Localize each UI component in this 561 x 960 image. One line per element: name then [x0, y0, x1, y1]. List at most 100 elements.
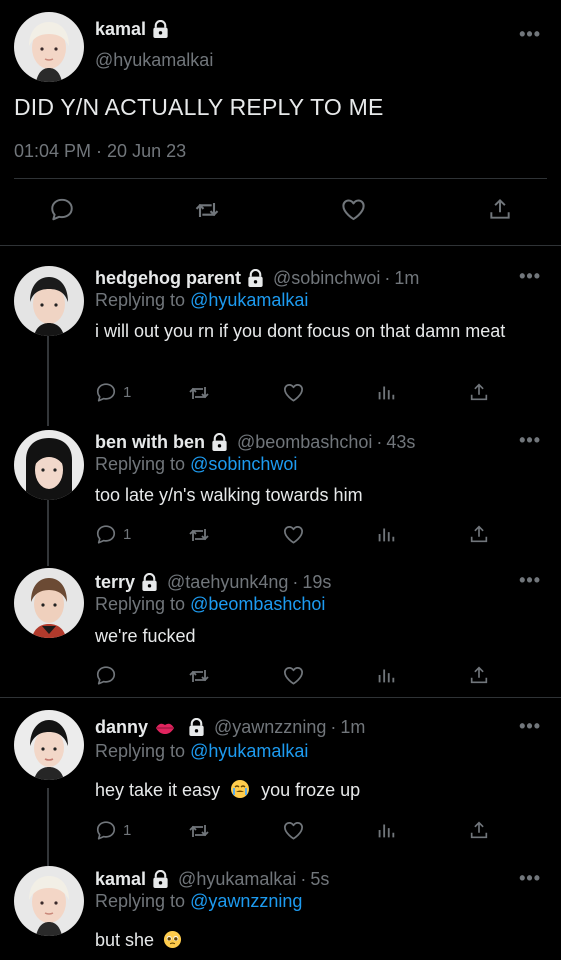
views-icon	[375, 819, 397, 841]
tweet-timestamp[interactable]: 01:04 PM · 20 Jun 23	[14, 141, 186, 162]
replying-to: Replying to @sobinchwoi	[95, 454, 297, 475]
reply-count: 1	[123, 821, 132, 839]
author-handle[interactable]: @yawnzzning	[214, 717, 326, 738]
reply-icon	[95, 664, 117, 686]
lock-icon	[151, 870, 170, 889]
author-row: kamal	[95, 19, 170, 40]
author-name[interactable]: kamal	[95, 19, 146, 40]
like-button[interactable]	[340, 196, 367, 223]
replying-to: Replying to @beombashchoi	[95, 594, 325, 615]
tweet-actions	[0, 196, 561, 226]
like-button[interactable]	[282, 381, 305, 404]
tweet-time[interactable]: 1m	[340, 717, 365, 738]
author-handle[interactable]: @taehyunk4ng	[167, 572, 288, 593]
avatar[interactable]	[14, 12, 84, 82]
author-name[interactable]: danny	[95, 717, 148, 738]
avatar-image	[14, 866, 84, 936]
author-row: kamal @hyukamalkai · 5s	[95, 869, 329, 890]
avatar[interactable]	[14, 266, 84, 336]
lock-icon	[151, 20, 170, 39]
like-icon	[340, 196, 367, 223]
tweet-actions	[95, 664, 515, 690]
share-button[interactable]	[468, 523, 490, 545]
more-icon[interactable]: •••	[519, 868, 541, 889]
reply-icon	[95, 819, 117, 841]
mention-link[interactable]: @yawnzzning	[190, 891, 302, 911]
retweet-icon	[187, 819, 211, 843]
like-button[interactable]	[282, 664, 305, 687]
author-name[interactable]: ben with ben	[95, 432, 205, 453]
replying-to: Replying to @hyukamalkai	[95, 290, 308, 311]
more-icon[interactable]: •••	[519, 716, 541, 737]
retweet-button[interactable]	[193, 196, 221, 224]
share-icon	[468, 664, 490, 686]
avatar[interactable]	[14, 568, 84, 638]
author-row: danny @yawnzzning · 1m	[95, 717, 365, 738]
retweet-button[interactable]	[187, 664, 211, 688]
views-button[interactable]	[375, 523, 397, 545]
views-icon	[375, 381, 397, 403]
share-icon	[468, 381, 490, 403]
retweet-button[interactable]	[187, 523, 211, 547]
share-button[interactable]	[487, 196, 513, 222]
avatar[interactable]	[14, 710, 84, 780]
reply-button[interactable]	[49, 196, 75, 222]
views-button[interactable]	[375, 381, 397, 403]
reply-button[interactable]: 1	[95, 523, 131, 545]
lock-icon	[246, 269, 265, 288]
more-icon[interactable]: •••	[519, 570, 541, 591]
retweet-button[interactable]	[187, 381, 211, 405]
main-tweet: kamal @hyukamalkai ••• DID Y/N ACTUALLY …	[0, 0, 561, 246]
reply-button[interactable]: 1	[95, 381, 131, 403]
avatar[interactable]	[14, 430, 84, 500]
mention-link[interactable]: @hyukamalkai	[190, 290, 308, 310]
more-icon[interactable]: •••	[519, 24, 541, 45]
mention-link[interactable]: @sobinchwoi	[190, 454, 297, 474]
author-handle[interactable]: @hyukamalkai	[95, 50, 213, 71]
author-name[interactable]: terry	[95, 572, 135, 593]
reply-tweet: danny @yawnzzning · 1m ••• Replying to @…	[0, 698, 561, 856]
tweet-text: but she	[95, 928, 535, 952]
lock-icon	[210, 433, 229, 452]
mention-link[interactable]: @hyukamalkai	[190, 741, 308, 761]
reply-tweet: ben with ben @beombashchoi · 43s ••• Rep…	[0, 410, 561, 556]
replying-to: Replying to @hyukamalkai	[95, 741, 308, 762]
views-button[interactable]	[375, 664, 397, 686]
author-name[interactable]: hedgehog parent	[95, 268, 241, 289]
share-button[interactable]	[468, 381, 490, 403]
reply-button[interactable]	[95, 664, 117, 686]
mention-link[interactable]: @beombashchoi	[190, 594, 325, 614]
avatar[interactable]	[14, 866, 84, 936]
avatar-image	[14, 430, 84, 500]
tweet-time[interactable]: 43s	[386, 432, 415, 453]
reply-tweet: kamal @hyukamalkai · 5s ••• Replying to …	[0, 856, 561, 960]
retweet-icon	[187, 381, 211, 405]
like-button[interactable]	[282, 819, 305, 842]
share-button[interactable]	[468, 664, 490, 686]
retweet-button[interactable]	[187, 819, 211, 843]
tweet-actions: 1	[95, 523, 515, 549]
share-icon	[487, 196, 513, 222]
retweet-icon	[187, 523, 211, 547]
reply-icon	[95, 523, 117, 545]
author-handle[interactable]: @beombashchoi	[237, 432, 372, 453]
retweet-icon	[187, 664, 211, 688]
tweet-time[interactable]: 19s	[302, 572, 331, 593]
replying-to-label: Replying to	[95, 454, 186, 474]
more-icon[interactable]: •••	[519, 430, 541, 451]
views-button[interactable]	[375, 819, 397, 841]
author-name[interactable]: kamal	[95, 869, 146, 890]
reply-tweet: hedgehog parent @sobinchwoi · 1m ••• Rep…	[0, 246, 561, 410]
tweet-time[interactable]: 5s	[310, 869, 329, 890]
more-icon[interactable]: •••	[519, 266, 541, 287]
like-button[interactable]	[282, 523, 305, 546]
share-button[interactable]	[468, 819, 490, 841]
reply-button[interactable]: 1	[95, 819, 131, 841]
tweet-text: we're fucked	[95, 626, 196, 646]
reply-tweet: terry @taehyunk4ng · 19s ••• Replying to…	[0, 556, 561, 698]
tweet-time[interactable]: 1m	[394, 268, 419, 289]
like-icon	[282, 664, 305, 687]
author-handle[interactable]: @sobinchwoi	[273, 268, 380, 289]
author-handle[interactable]: @hyukamalkai	[178, 869, 296, 890]
tweet-actions: 1	[95, 819, 515, 845]
